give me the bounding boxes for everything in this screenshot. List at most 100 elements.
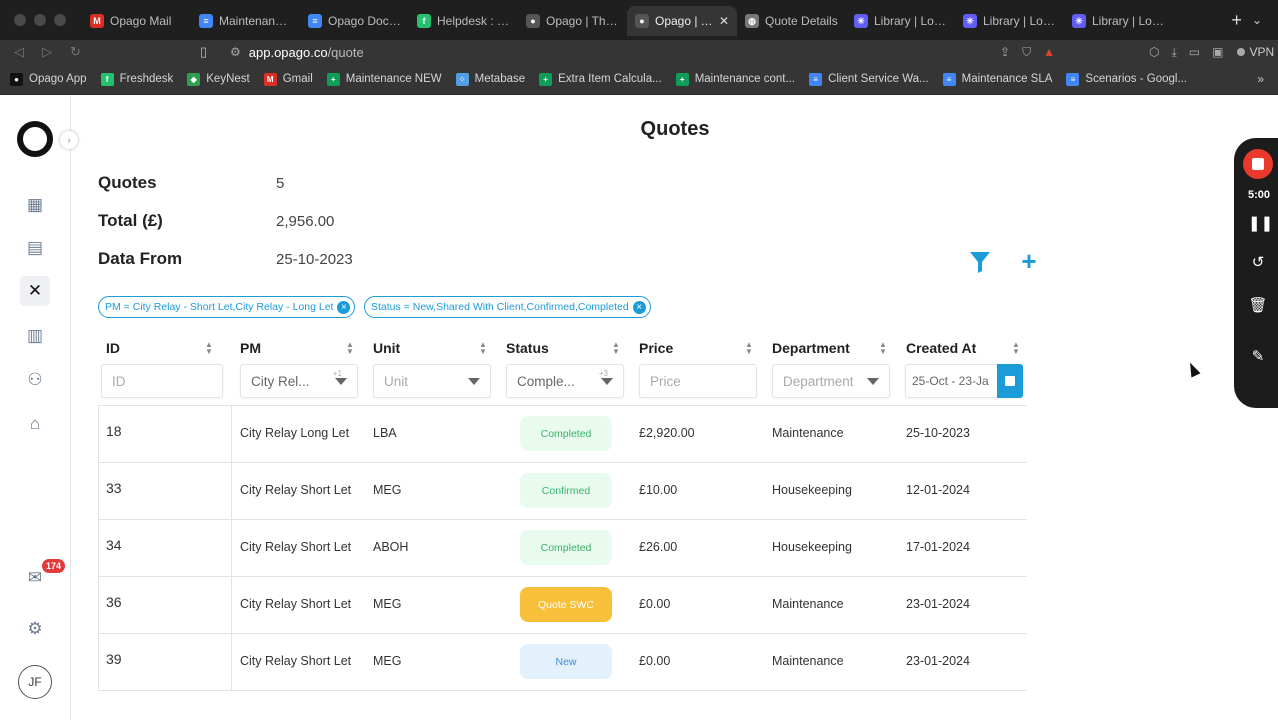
status-filter-value: Comple... xyxy=(517,373,575,389)
calendar-icon[interactable] xyxy=(997,364,1023,398)
sort-icon[interactable]: ▲ ▼ xyxy=(479,341,487,356)
bookmark-item[interactable]: ● Opago App xyxy=(10,72,87,86)
browser-tab[interactable]: ● Opago | Th ✕ xyxy=(627,6,737,36)
cell-department: Housekeeping xyxy=(772,483,852,497)
pm-filter-count: +1 xyxy=(332,369,342,378)
back-icon[interactable]: ◁ xyxy=(14,44,24,60)
sidebar-toggle-icon[interactable]: ▭ xyxy=(1189,45,1200,59)
filter-chip-pm[interactable]: PM = City Relay - Short Let,City Relay -… xyxy=(98,296,356,318)
bookmark-item[interactable]: ◆ KeyNest xyxy=(187,72,250,86)
price-filter-input[interactable]: Price xyxy=(639,364,757,398)
bookmark-item[interactable]: f Freshdesk xyxy=(100,72,173,86)
browser-tab[interactable]: ≡ Maintenance D xyxy=(191,6,300,36)
browser-tab[interactable]: ● Opago | The Pr xyxy=(518,6,627,36)
column-header-status[interactable]: Status xyxy=(506,340,549,356)
unit-filter-select[interactable]: Unit xyxy=(373,364,491,398)
bookmark-item[interactable]: + Extra Item Calcula... xyxy=(539,72,662,86)
new-tab-button[interactable]: + xyxy=(1221,10,1252,31)
brave-shield-icon[interactable]: ⛉ xyxy=(1022,45,1031,60)
users-icon[interactable]: ⚇ xyxy=(20,365,50,395)
browser-tab[interactable]: ✳ Library | Loom xyxy=(1064,6,1173,36)
browser-tab[interactable]: ≡ Opago Docs - xyxy=(300,6,409,36)
tab-search-chevron-icon[interactable]: ⌄ xyxy=(1252,13,1278,27)
github-icon: ● xyxy=(526,14,540,28)
cell-created-at: 23-01-2024 xyxy=(906,597,970,611)
bank-icon[interactable]: ⌂ xyxy=(20,409,50,439)
close-tab-icon[interactable]: ✕ xyxy=(719,14,729,28)
browser-tab[interactable]: ✳ Library | Loom xyxy=(846,6,955,36)
browser-tab[interactable]: f Helpdesk : opa xyxy=(409,6,518,36)
bookmark-item[interactable]: ≡ Scenarios - Googl... xyxy=(1066,72,1187,86)
stop-recording-button[interactable] xyxy=(1243,149,1273,179)
sort-icon[interactable]: ▲ ▼ xyxy=(745,341,753,356)
pm-filter-select[interactable]: City Rel... +1 xyxy=(240,364,358,398)
bookmark-favicon-icon: M xyxy=(263,72,277,86)
wallet-icon[interactable]: ▣ xyxy=(1212,45,1223,59)
close-window-button[interactable] xyxy=(14,14,26,26)
column-header-department[interactable]: Department xyxy=(772,340,850,356)
minimize-window-button[interactable] xyxy=(34,14,46,26)
table-row[interactable]: 33 City Relay Short Let MEG £10.00 Housekeep… xyxy=(98,463,1027,520)
bookmark-item[interactable]: ⁘ Metabase xyxy=(455,72,525,86)
nav-buttons: ◁ ▷ ↻ xyxy=(0,44,200,60)
zoom-window-button[interactable] xyxy=(54,14,66,26)
table-row[interactable]: 18 City Relay Long Let LBA £2,920.00 Mainten… xyxy=(98,406,1027,463)
remove-filter-close-icon[interactable]: × xyxy=(632,300,646,314)
extensions-icon[interactable]: ⬡ xyxy=(1149,45,1159,59)
app-sidebar: › ▦ ▤ ✕ ▥ ⚇ ⌂ ✉ 174 ⚙ JF xyxy=(0,95,78,720)
more-bookmarks-icon[interactable]: » xyxy=(1257,72,1278,86)
tools-icon[interactable]: ✕ xyxy=(20,276,50,306)
sort-icon[interactable]: ▲ ▼ xyxy=(205,341,213,356)
id-filter-input[interactable]: ID xyxy=(101,364,223,398)
download-icon[interactable]: ⤓ xyxy=(1171,45,1176,60)
column-header-pm[interactable]: PM xyxy=(240,340,261,356)
browser-tab[interactable]: ✳ Library | Loom xyxy=(955,6,1064,36)
settings-gear-icon[interactable]: ⚙ xyxy=(20,614,50,644)
remove-filter-close-icon[interactable]: × xyxy=(337,300,351,314)
bookmark-item[interactable]: ≡ Client Service Wa... xyxy=(809,72,929,86)
table-row[interactable]: 34 City Relay Short Let ABOH £26.00 Housekee… xyxy=(98,520,1027,577)
site-settings-icon[interactable]: ⚙ xyxy=(230,45,241,59)
department-filter-select[interactable]: Department xyxy=(772,364,890,398)
draw-effects-icon[interactable]: ✎ xyxy=(1248,347,1268,365)
share-icon[interactable]: ⇪ xyxy=(1000,45,1010,59)
column-header-created-at[interactable]: Created At xyxy=(906,340,976,356)
restart-icon[interactable]: ↺ xyxy=(1248,253,1268,271)
bookmark-item[interactable]: + Maintenance NEW xyxy=(326,72,442,86)
sort-icon[interactable]: ▲ ▼ xyxy=(1012,341,1020,356)
table-row[interactable]: 39 City Relay Short Let MEG £0.00 Maintenanc… xyxy=(98,634,1027,691)
url-field[interactable]: ⚙ app.opago.co/quote xyxy=(230,41,990,63)
cell-pm: City Relay Long Let xyxy=(240,426,350,440)
bookmark-icon[interactable]: ▯ xyxy=(200,44,230,60)
browser-tab[interactable]: ◍ Quote Details xyxy=(737,6,846,36)
column-header-id[interactable]: ID xyxy=(106,340,120,356)
status-filter-select[interactable]: Comple... +3 xyxy=(506,364,624,398)
bookmark-favicon-icon: + xyxy=(539,72,553,86)
brave-rewards-icon[interactable]: ▲ xyxy=(1043,45,1055,59)
calendar-icon[interactable]: ▤ xyxy=(20,233,50,263)
table-body: 18 City Relay Long Let LBA £2,920.00 Mainten… xyxy=(98,406,1027,691)
sort-icon[interactable]: ▲ ▼ xyxy=(879,341,887,356)
sort-icon[interactable]: ▲ ▼ xyxy=(612,341,620,356)
column-header-price[interactable]: Price xyxy=(639,340,673,356)
vpn-button[interactable]: VPN xyxy=(1237,45,1274,59)
bar-chart-icon[interactable]: ▥ xyxy=(20,321,50,351)
filter-chip-status[interactable]: Status = New,Shared With Client,Confirme… xyxy=(364,296,651,318)
bookmark-item[interactable]: M Gmail xyxy=(263,72,313,86)
pause-icon[interactable]: ❚❚ xyxy=(1248,214,1273,232)
reload-icon[interactable]: ↻ xyxy=(70,44,81,60)
bookmark-item[interactable]: ≡ Maintenance SLA xyxy=(942,72,1052,86)
forward-icon[interactable]: ▷ xyxy=(42,44,52,60)
sort-icon[interactable]: ▲ ▼ xyxy=(346,341,354,356)
table-row[interactable]: 36 City Relay Short Let MEG £0.00 Maintenanc… xyxy=(98,577,1027,634)
url-path: /quote xyxy=(327,44,364,60)
add-quote-plus-icon[interactable]: + xyxy=(1018,248,1040,274)
filter-funnel-icon[interactable] xyxy=(969,250,991,274)
browser-tab[interactable]: M Opago Mail xyxy=(82,6,191,36)
user-avatar[interactable]: JF xyxy=(18,665,52,699)
bookmark-item[interactable]: + Maintenance cont... xyxy=(675,72,795,86)
column-header-unit[interactable]: Unit xyxy=(373,340,400,356)
building-icon[interactable]: ▦ xyxy=(20,190,50,220)
trash-icon[interactable]: 🗑 xyxy=(1248,296,1268,314)
created-at-date-range-input[interactable]: 25-Oct - 23-Ja xyxy=(905,364,1023,398)
